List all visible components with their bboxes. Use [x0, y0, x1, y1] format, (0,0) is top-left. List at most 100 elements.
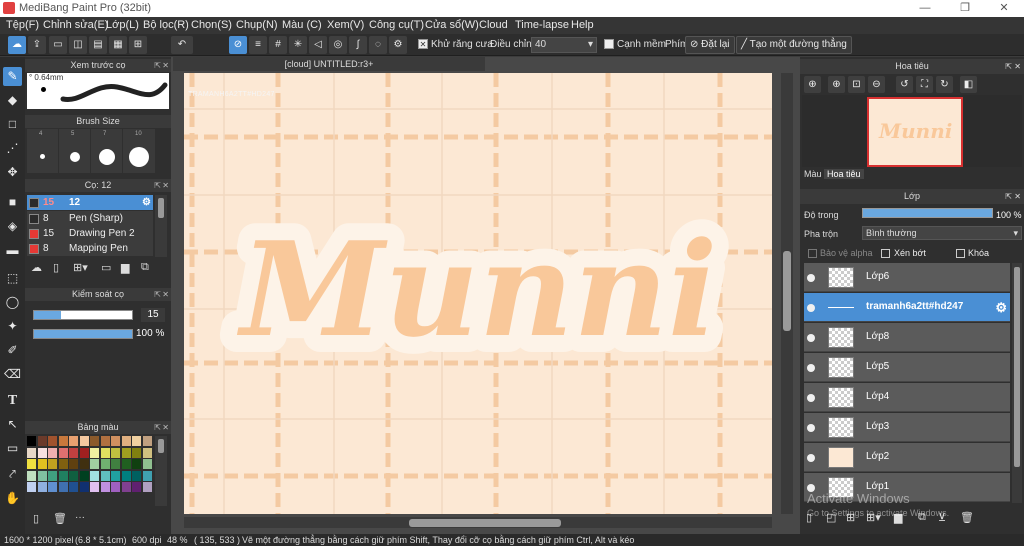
brush-item[interactable]: 8 Pen (Sharp) — [27, 211, 153, 226]
brush-icon[interactable]: ✎ — [3, 67, 22, 86]
menu-file[interactable]: Tệp(F) — [6, 19, 39, 31]
close-icon[interactable]: ✕ — [162, 421, 169, 434]
eye-icon[interactable] — [807, 334, 815, 342]
palette-swatch[interactable] — [48, 436, 57, 446]
antialias-checkbox[interactable]: ✕ — [418, 39, 428, 49]
smooth-checkbox[interactable] — [604, 39, 614, 49]
palette-swatch[interactable] — [111, 470, 120, 481]
select-rect-icon[interactable]: ⬚ — [3, 269, 22, 288]
menu-help[interactable]: Help — [571, 19, 594, 31]
fill-shape-icon[interactable]: ■ — [3, 193, 22, 212]
gear-icon[interactable]: ⚙ — [389, 36, 407, 54]
layer-row[interactable]: Lớp4 — [804, 383, 1010, 412]
cloud-icon[interactable]: ☁ — [8, 36, 26, 54]
palette-swatch[interactable] — [37, 482, 47, 492]
duplicate-icon[interactable]: ⧉ — [141, 261, 149, 274]
zoom-in-icon[interactable]: ⊕ — [828, 76, 845, 93]
menu-select[interactable]: Chọn(S) — [191, 19, 232, 31]
layer-row[interactable]: Lớp3 — [804, 413, 1010, 442]
palette-swatch[interactable] — [27, 482, 36, 492]
close-icon[interactable]: ✕ — [162, 179, 169, 192]
layer-opacity-slider[interactable] — [862, 208, 993, 218]
float-icon[interactable]: ⇱ — [1005, 189, 1012, 204]
size-cell[interactable]: 7 — [91, 129, 123, 173]
palette-swatch[interactable] — [69, 482, 78, 492]
eye-icon[interactable] — [807, 424, 815, 432]
layer-row[interactable]: Lớp8 — [804, 323, 1010, 352]
palette-swatch[interactable] — [142, 470, 152, 481]
palette-swatch[interactable] — [100, 470, 110, 481]
palette-swatch[interactable] — [69, 447, 78, 458]
menu-window[interactable]: Cửa sổ(W) — [425, 19, 479, 31]
palette-swatch[interactable] — [79, 470, 89, 481]
float-icon[interactable]: ⇱ — [1005, 59, 1012, 74]
float-icon[interactable]: ⇱ — [154, 288, 161, 301]
radial-snap-icon[interactable]: ✳ — [289, 36, 307, 54]
eraser-icon[interactable]: ◆ — [3, 91, 22, 110]
operation-icon[interactable]: ↖ — [3, 415, 22, 434]
menu-filter[interactable]: Bộ lọc(R) — [143, 19, 189, 31]
vanish-snap-icon[interactable]: ◁ — [309, 36, 327, 54]
palette-swatch[interactable] — [27, 447, 36, 458]
close-icon[interactable]: ✕ — [1014, 189, 1021, 204]
palette-swatch[interactable] — [111, 459, 120, 469]
palette-swatch[interactable] — [132, 470, 141, 481]
share-icon[interactable]: ◫ — [69, 36, 87, 54]
layer-row[interactable]: Lớp5 — [804, 353, 1010, 382]
palette-swatch[interactable] — [58, 482, 68, 492]
palette-swatch[interactable] — [111, 447, 120, 458]
gear-icon[interactable]: ⚙ — [995, 300, 1007, 316]
palette-swatch[interactable] — [121, 470, 131, 481]
navigator-thumbnail[interactable]: Munni — [867, 97, 963, 167]
brush-item[interactable]: 15 12 ⚙ — [27, 195, 153, 210]
select-eraser-icon[interactable]: ⌫ — [3, 365, 22, 384]
trash-icon[interactable]: 🗑 — [53, 512, 67, 525]
brush-list-scrollbar[interactable] — [155, 195, 167, 257]
palette-swatch[interactable] — [37, 470, 47, 481]
lasso-icon[interactable]: ◯ — [3, 293, 22, 312]
opacity-slider[interactable] — [33, 329, 133, 339]
layer-row[interactable]: Lớp6 — [804, 263, 1010, 292]
new-brush-icon[interactable]: ▯ — [53, 261, 59, 274]
trash-icon[interactable]: 🗑 — [960, 511, 974, 524]
menu-tools[interactable]: Công cụ(T) — [369, 19, 424, 31]
palette-swatch[interactable] — [111, 482, 120, 492]
palette-swatch[interactable] — [132, 447, 141, 458]
palette-swatch[interactable] — [100, 482, 110, 492]
document-icon[interactable]: ▤ — [89, 36, 107, 54]
palette-swatch[interactable] — [142, 482, 152, 492]
palette-swatch[interactable] — [69, 436, 78, 446]
clipping-checkbox[interactable] — [881, 249, 890, 258]
palette-swatch[interactable] — [69, 459, 78, 469]
zoom-out-icon[interactable]: ⊖ — [868, 76, 885, 93]
eye-icon[interactable] — [807, 364, 815, 372]
size-cell[interactable]: 5 — [59, 129, 91, 173]
palette-swatch[interactable] — [90, 459, 99, 469]
straight-line-button[interactable]: ╱ Tạo một đường thẳng — [736, 36, 852, 54]
parallel-snap-icon[interactable]: ≡ — [249, 36, 267, 54]
palette-swatch[interactable] — [142, 459, 152, 469]
hand-icon[interactable]: ✋ — [3, 489, 22, 508]
tab-color[interactable]: Màu — [804, 169, 822, 179]
menu-view[interactable]: Xem(V) — [327, 19, 364, 31]
circle-snap-icon[interactable]: ◎ — [329, 36, 347, 54]
gradient-icon[interactable]: ▬ — [3, 241, 22, 260]
menu-color[interactable]: Màu (C) — [282, 19, 322, 31]
perspective-snap-icon[interactable]: ◌ — [369, 36, 387, 54]
close-icon[interactable]: ✕ — [1014, 59, 1021, 74]
drawing-canvas[interactable]: Munni Munni TRAMANH6A2TT#HD247 — [184, 73, 772, 514]
palette-swatch[interactable] — [79, 436, 89, 446]
zoom-in-icon[interactable]: ⊕ — [804, 76, 821, 93]
palette-swatch[interactable] — [37, 447, 47, 458]
grid-snap-icon[interactable]: # — [269, 36, 287, 54]
close-icon[interactable]: ✕ — [162, 59, 169, 72]
palette-swatch[interactable] — [100, 447, 110, 458]
palette-swatch[interactable] — [58, 436, 68, 446]
brush-item[interactable]: 15 Drawing Pen 2 — [27, 226, 153, 241]
palette-more[interactable]: ··· — [75, 512, 85, 523]
minimize-button[interactable]: — — [905, 0, 945, 17]
palette-swatch[interactable] — [132, 482, 141, 492]
size-cell[interactable]: 4 — [27, 129, 59, 173]
palette-swatch[interactable] — [79, 459, 89, 469]
eye-icon[interactable] — [807, 454, 815, 462]
